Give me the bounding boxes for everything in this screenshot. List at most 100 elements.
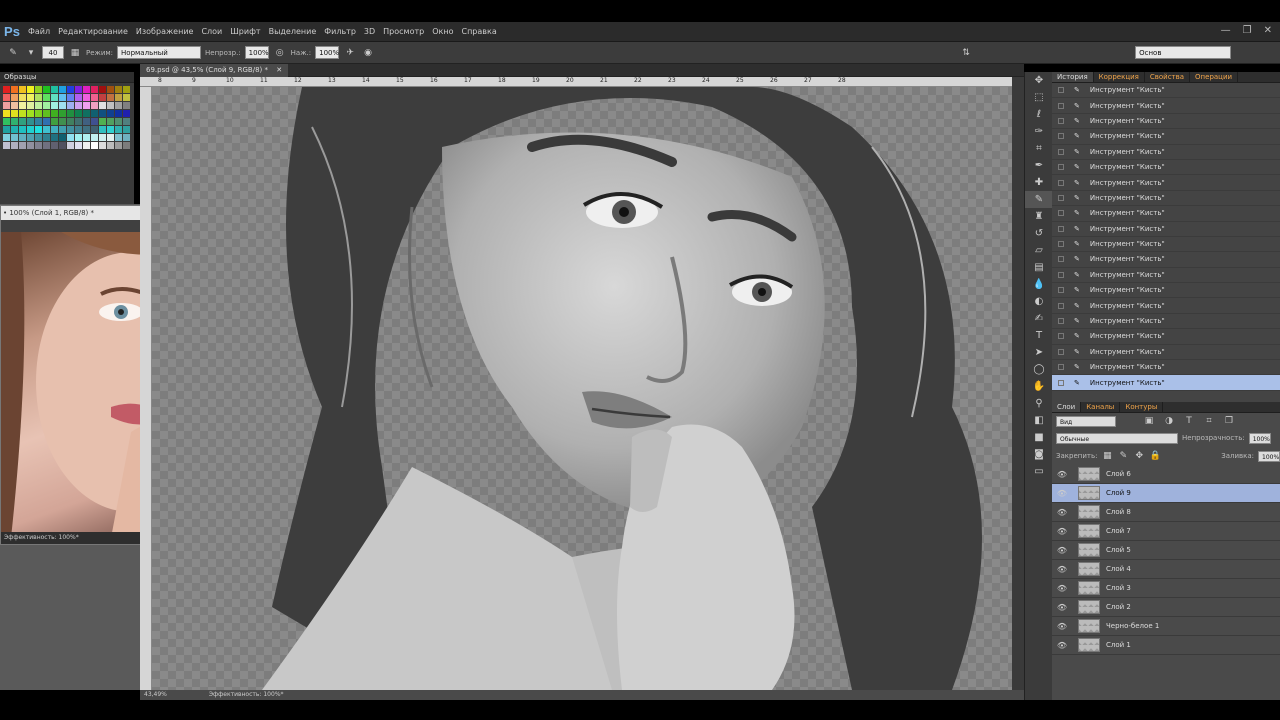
menu-filter[interactable]: Фильтр — [320, 27, 360, 36]
color-swatch[interactable] — [35, 102, 42, 109]
tab-properties[interactable]: Свойства — [1145, 72, 1191, 82]
color-swatch[interactable] — [123, 86, 130, 93]
path-select-tool-icon[interactable]: ➤ — [1025, 344, 1053, 361]
canvas-vertical-scrollbar[interactable] — [1012, 77, 1024, 690]
color-swatch[interactable] — [43, 126, 50, 133]
document-tab-close-icon[interactable]: ✕ — [276, 66, 282, 74]
layer-row[interactable]: 👁 Слой 9 — [1052, 484, 1280, 503]
color-swatch[interactable] — [107, 142, 114, 149]
color-swatch[interactable] — [75, 142, 82, 149]
history-item[interactable]: ✎ Инструмент "Кисть" — [1052, 206, 1280, 222]
color-swatch[interactable] — [3, 110, 10, 117]
color-swatch[interactable] — [75, 86, 82, 93]
color-swatch[interactable] — [3, 102, 10, 109]
history-item[interactable]: ✎ Инструмент "Кисть" — [1052, 175, 1280, 191]
filter-smart-icon[interactable]: ❐ — [1222, 414, 1236, 428]
color-swatch[interactable] — [19, 142, 26, 149]
screen-mode-icon[interactable]: ▭ — [1025, 463, 1053, 480]
layer-row[interactable]: 👁 Слой 1 — [1052, 636, 1280, 655]
color-swatch[interactable] — [107, 134, 114, 141]
eye-icon[interactable]: 👁 — [1052, 527, 1072, 536]
color-swatch[interactable] — [35, 110, 42, 117]
color-swatch[interactable] — [83, 110, 90, 117]
hand-tool-icon[interactable]: ✋ — [1025, 378, 1053, 395]
lock-all-icon[interactable]: 🔒 — [1149, 449, 1161, 463]
color-swatch[interactable] — [123, 94, 130, 101]
color-swatch[interactable] — [91, 142, 98, 149]
tab-paths[interactable]: Контуры — [1120, 402, 1164, 412]
color-swatch[interactable] — [43, 102, 50, 109]
color-swatch[interactable] — [3, 86, 10, 93]
layer-opacity-field[interactable]: 100% — [1248, 432, 1271, 444]
pen-tool-icon[interactable]: ✍ — [1025, 310, 1053, 327]
color-swatch[interactable] — [35, 94, 42, 101]
color-swatch[interactable] — [123, 118, 130, 125]
healing-tool-icon[interactable]: ✚ — [1025, 174, 1053, 191]
history-source-checkbox[interactable] — [1058, 194, 1064, 201]
layer-row[interactable]: 👁 Слой 4 — [1052, 560, 1280, 579]
default-colors-icon[interactable]: ◧ — [1025, 412, 1053, 429]
color-swatch[interactable] — [35, 118, 42, 125]
marquee-tool-icon[interactable]: ⬚ — [1025, 89, 1053, 106]
mode-select[interactable]: Нормальный — [117, 46, 202, 59]
brush-tool-icon[interactable]: ✎ — [6, 46, 20, 60]
panel-toggle-icon[interactable]: ⇅ — [959, 46, 973, 60]
color-swatch[interactable] — [115, 110, 122, 117]
color-swatch[interactable] — [51, 118, 58, 125]
type-tool-icon[interactable]: T — [1025, 327, 1053, 344]
move-tool-icon[interactable]: ✥ — [1025, 72, 1053, 89]
eye-icon[interactable]: 👁 — [1052, 546, 1072, 555]
layer-name[interactable]: Слой 6 — [1106, 470, 1131, 478]
tab-history[interactable]: История — [1052, 72, 1094, 82]
layer-name[interactable]: Слой 5 — [1106, 546, 1131, 554]
history-source-checkbox[interactable] — [1058, 318, 1064, 325]
color-swatch[interactable] — [11, 118, 18, 125]
zoom-readout[interactable]: 43,49% — [144, 691, 167, 698]
color-swatch[interactable] — [51, 110, 58, 117]
menu-file[interactable]: Файл — [24, 27, 54, 36]
history-source-checkbox[interactable] — [1058, 287, 1064, 294]
opacity-field[interactable]: 100% — [244, 46, 269, 59]
color-swatch[interactable] — [19, 94, 26, 101]
eraser-tool-icon[interactable]: ▱ — [1025, 242, 1053, 259]
color-swatch[interactable] — [19, 110, 26, 117]
color-swatch[interactable] — [27, 126, 34, 133]
color-swatch[interactable] — [107, 94, 114, 101]
color-swatch[interactable] — [67, 102, 74, 109]
history-source-checkbox[interactable] — [1058, 102, 1064, 109]
color-swatch[interactable] — [59, 134, 66, 141]
document-tab[interactable]: 69.psd @ 43,5% (Слой 9, RGB/8) * ✕ — [140, 64, 289, 77]
history-source-checkbox[interactable] — [1058, 225, 1064, 232]
tab-actions[interactable]: Операции — [1190, 72, 1239, 82]
color-swatch[interactable] — [91, 110, 98, 117]
history-source-checkbox[interactable] — [1058, 271, 1064, 278]
eye-icon[interactable]: 👁 — [1052, 489, 1072, 498]
history-item[interactable]: ✎ Инструмент "Кисть" — [1052, 314, 1280, 330]
layer-row[interactable]: 👁 Слой 6 — [1052, 465, 1280, 484]
color-swatch[interactable] — [51, 134, 58, 141]
pressure-opacity-icon[interactable]: ◎ — [273, 46, 287, 60]
menu-image[interactable]: Изображение — [132, 27, 198, 36]
color-swatch[interactable] — [67, 126, 74, 133]
color-swatch[interactable] — [27, 110, 34, 117]
filter-shape-icon[interactable]: ⌗ — [1202, 414, 1216, 428]
history-item[interactable]: ✎ Инструмент "Кисть" — [1052, 222, 1280, 237]
minimize-icon[interactable]: — — [1221, 25, 1231, 36]
color-swatch[interactable] — [3, 126, 10, 133]
color-swatch[interactable] — [3, 142, 10, 149]
history-source-checkbox[interactable] — [1058, 241, 1064, 248]
color-swatch[interactable] — [83, 118, 90, 125]
history-source-checkbox[interactable] — [1058, 210, 1064, 217]
history-item[interactable]: ✎ Инструмент "Кисть" — [1052, 237, 1280, 253]
color-swatch[interactable] — [11, 110, 18, 117]
color-swatch[interactable] — [27, 118, 34, 125]
color-swatch[interactable] — [19, 102, 26, 109]
color-swatch[interactable] — [43, 118, 50, 125]
filter-adjust-icon[interactable]: ◑ — [1162, 414, 1176, 428]
menu-layers[interactable]: Слои — [197, 27, 226, 36]
color-swatch[interactable] — [27, 142, 34, 149]
flow-field[interactable]: 100% — [315, 46, 339, 59]
eye-icon[interactable]: 👁 — [1052, 584, 1072, 593]
color-swatch[interactable] — [75, 102, 82, 109]
color-swatch[interactable] — [83, 142, 90, 149]
